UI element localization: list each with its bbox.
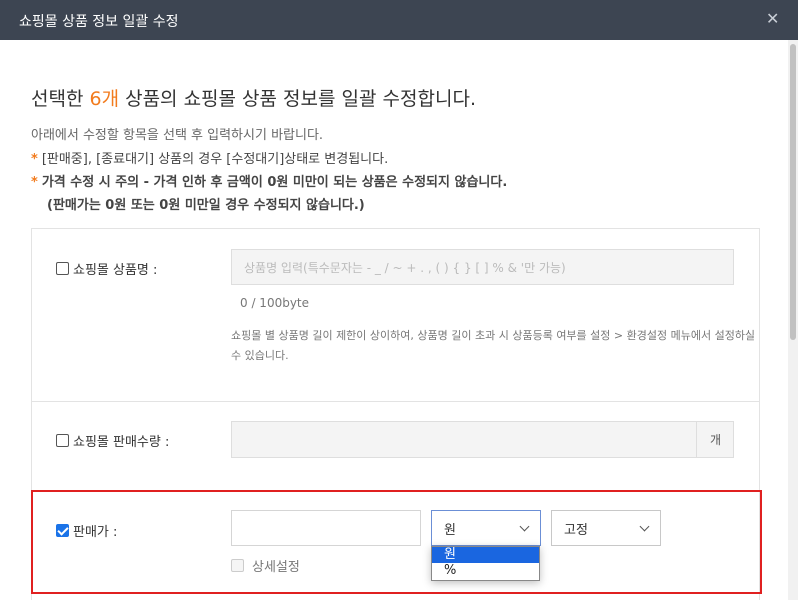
chevron-down-icon xyxy=(519,521,530,532)
headline: 선택한 6개 상품의 쇼핑몰 상품 정보를 일괄 수정합니다. xyxy=(31,84,476,111)
warning-price-note: (판매가는 0원 또는 0원 미만일 경우 수정되지 않습니다.) xyxy=(47,198,365,213)
warning-status-change: * [판매중], [종료대기] 상품의 경우 [수정대기]상태로 변경됩니다. xyxy=(31,148,388,167)
warning-star-icon: * xyxy=(31,152,38,167)
price-unit-value: 원 xyxy=(444,522,456,538)
product-name-input[interactable]: 상품명 입력(특수문자는 - _ / ~ + . , ( ) { } [ ] %… xyxy=(231,249,734,285)
price-mode-value: 고정 xyxy=(564,522,588,538)
sales-quantity-label: 쇼핑몰 판매수량 : xyxy=(73,435,170,450)
price-unit-select[interactable]: 원 xyxy=(431,510,541,546)
warning-price: * 가격 수정 시 주의 - 가격 인하 후 금액이 0원 미만이 되는 상품은 … xyxy=(31,171,507,190)
instruction-text: 아래에서 수정할 항목을 선택 후 입력하시기 바랍니다. xyxy=(31,128,324,143)
sales-quantity-checkbox[interactable] xyxy=(56,434,69,447)
price-unit-dropdown: 원 % xyxy=(431,546,540,581)
byte-counter: 0 / 100byte xyxy=(240,296,310,310)
detail-setting-label: 상세설정 xyxy=(252,560,300,575)
sale-price-input[interactable] xyxy=(231,510,421,546)
price-mode-select[interactable]: 고정 xyxy=(551,510,661,546)
quantity-unit: 개 xyxy=(696,422,734,457)
product-name-placeholder: 상품명 입력(특수문자는 - _ / ~ + . , ( ) { } [ ] %… xyxy=(244,260,566,275)
product-name-toggle[interactable]: 쇼핑몰 상품명 : xyxy=(56,259,157,278)
sales-quantity-input[interactable] xyxy=(231,421,734,458)
detail-setting-checkbox[interactable] xyxy=(231,559,244,572)
headline-prefix: 선택한 xyxy=(31,88,90,110)
headline-suffix: 상품의 쇼핑몰 상품 정보를 일괄 수정합니다. xyxy=(119,88,476,110)
close-icon[interactable]: ✕ xyxy=(766,9,779,28)
vertical-scrollbar[interactable] xyxy=(788,40,798,600)
dialog-title: 쇼핑몰 상품 정보 일괄 수정 xyxy=(19,14,179,30)
product-name-checkbox[interactable] xyxy=(56,262,69,275)
dropdown-option-percent[interactable]: % xyxy=(432,563,539,579)
warning-star-icon: * xyxy=(31,175,38,190)
warning-text: 가격 수정 시 주의 - 가격 인하 후 금액이 0원 미만이 되는 상품은 수… xyxy=(41,175,508,190)
selected-count: 6개 xyxy=(89,88,120,110)
detail-setting-toggle[interactable]: 상세설정 xyxy=(231,556,300,575)
warning-text: [판매중], [종료대기] 상품의 경우 [수정대기]상태로 변경됩니다. xyxy=(41,152,389,167)
sales-quantity-toggle[interactable]: 쇼핑몰 판매수량 : xyxy=(56,431,169,450)
product-name-label: 쇼핑몰 상품명 : xyxy=(73,263,158,278)
dropdown-option-won[interactable]: 원 xyxy=(432,547,539,563)
product-name-note: 쇼핑몰 별 상품명 길이 제한이 상이하여, 상품명 길이 초과 시 상품등록 … xyxy=(231,329,756,362)
scrollbar-thumb[interactable] xyxy=(790,44,796,340)
dialog-titlebar: 쇼핑몰 상품 정보 일괄 수정 ✕ xyxy=(0,0,798,40)
chevron-down-icon xyxy=(639,521,650,532)
sale-price-toggle[interactable]: 판매가 : xyxy=(56,521,117,540)
sale-price-label: 판매가 : xyxy=(73,525,118,540)
section-divider xyxy=(31,401,760,402)
sale-price-checkbox[interactable] xyxy=(56,524,69,537)
